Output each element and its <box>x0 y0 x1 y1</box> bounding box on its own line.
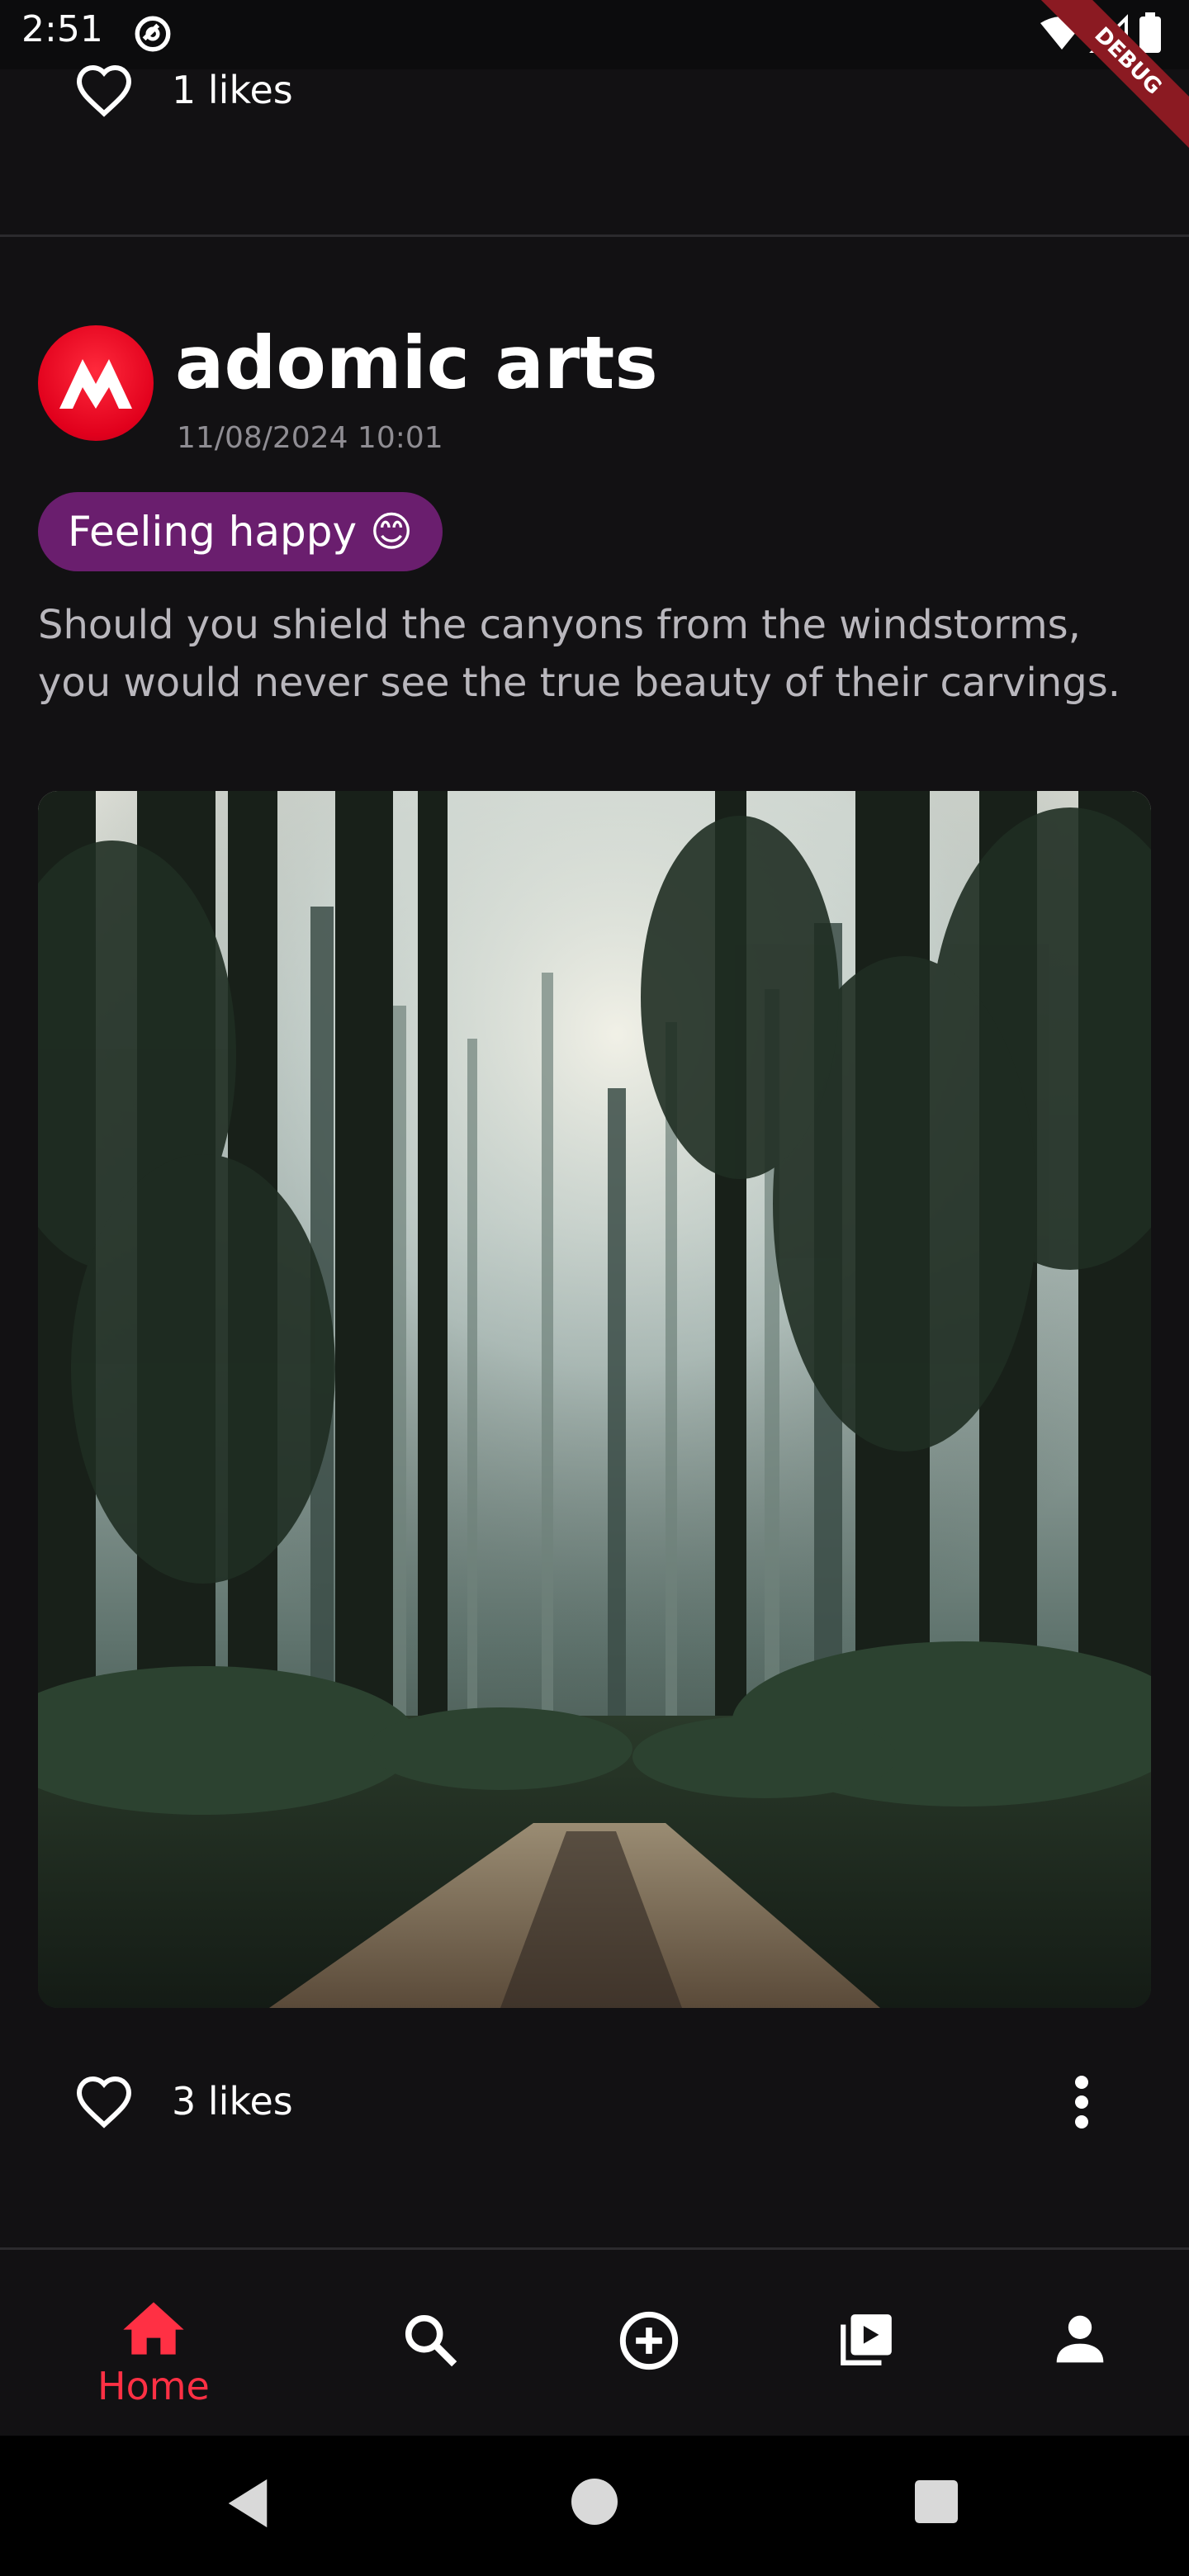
brand-logo-icon <box>59 359 132 409</box>
nav-label-home: Home <box>97 2364 210 2408</box>
likes-count: 3 likes <box>172 2079 293 2124</box>
post-image[interactable] <box>38 791 1151 2008</box>
debug-label: DEBUG <box>1024 0 1189 165</box>
post-timestamp: 11/08/2024 10:01 <box>177 421 443 455</box>
nav-item-search[interactable] <box>401 2311 459 2369</box>
mood-badge: Feeling happy 😊 <box>38 492 443 571</box>
avatar[interactable] <box>38 325 154 441</box>
nav-item-videos[interactable] <box>836 2309 897 2370</box>
home-circle-icon[interactable] <box>571 2479 618 2525</box>
system-navigation-bar <box>0 2436 1189 2576</box>
debug-banner: DEBUG <box>1024 0 1189 165</box>
post-actions: 3 likes <box>74 2074 293 2129</box>
sync-icon <box>135 16 171 52</box>
likes-count: 1 likes <box>172 68 293 112</box>
nav-item-home[interactable]: Home <box>97 2299 210 2408</box>
mood-label: Feeling happy 😊 <box>68 508 414 556</box>
heart-outline-icon[interactable] <box>74 2074 134 2129</box>
home-icon <box>123 2302 184 2355</box>
video-library-icon <box>841 2314 892 2365</box>
status-bar: 2:51 <box>0 0 1189 69</box>
nav-item-create[interactable] <box>618 2309 680 2372</box>
previous-post-actions: 1 likes <box>74 63 293 117</box>
recents-icon[interactable] <box>915 2480 958 2523</box>
add-circle-icon <box>619 2311 679 2370</box>
bottom-navigation: Home <box>0 2247 1189 2438</box>
search-icon <box>405 2314 457 2367</box>
post-username[interactable]: adomic arts <box>175 320 658 405</box>
post-divider <box>0 234 1189 237</box>
more-vert-icon[interactable] <box>1070 2076 1093 2129</box>
person-icon <box>1056 2315 1104 2363</box>
status-time: 2:51 <box>21 8 103 50</box>
heart-outline-icon[interactable] <box>74 63 134 117</box>
back-icon[interactable] <box>223 2477 272 2530</box>
nav-item-profile[interactable] <box>1052 2311 1108 2367</box>
post-caption: Should you shield the canyons from the w… <box>38 602 1120 706</box>
